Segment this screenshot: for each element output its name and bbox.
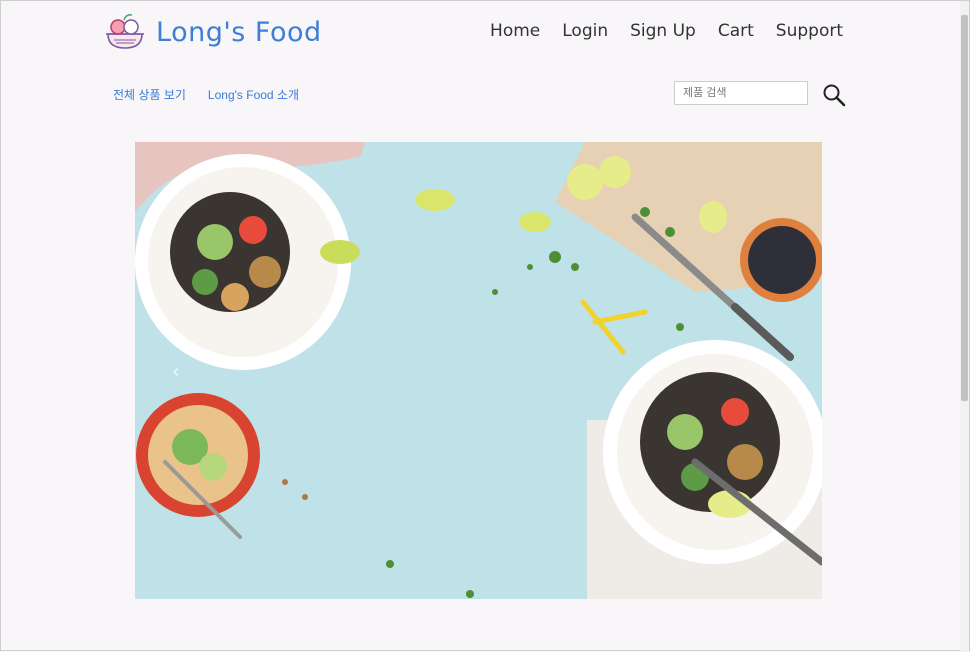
hero-carousel — [135, 142, 822, 599]
nav-login[interactable]: Login — [562, 21, 608, 41]
subnav-about[interactable]: Long's Food 소개 — [208, 86, 299, 103]
scrollbar-thumb[interactable] — [961, 15, 968, 401]
sub-nav: 전체 상품 보기 Long's Food 소개 — [113, 86, 299, 103]
carousel-prev-icon[interactable]: ‹ — [173, 361, 179, 382]
page-scrollbar[interactable] — [960, 1, 969, 652]
search-input[interactable] — [674, 81, 808, 105]
brand-name: Long's Food — [156, 16, 322, 48]
nav-cart[interactable]: Cart — [718, 21, 754, 41]
nav-support[interactable]: Support — [776, 21, 843, 41]
subnav-all-products[interactable]: 전체 상품 보기 — [113, 86, 186, 103]
food-photo — [135, 142, 822, 599]
fruit-basket-icon — [106, 14, 144, 49]
nav-sign-up[interactable]: Sign Up — [630, 21, 696, 41]
search-icon[interactable] — [822, 83, 846, 107]
nav-home[interactable]: Home — [490, 21, 540, 41]
brand-logo[interactable]: Long's Food — [102, 12, 322, 52]
main-nav: Home Login Sign Up Cart Support — [490, 21, 843, 41]
